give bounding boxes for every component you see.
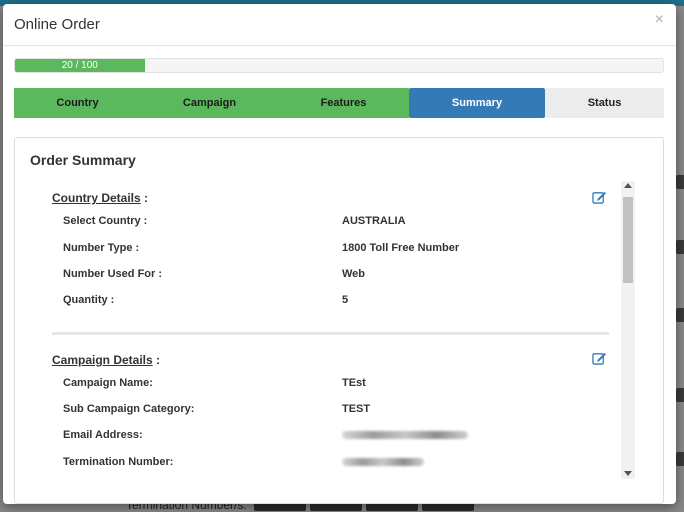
campaign-details-heading: Campaign Details : [52,353,160,367]
quantity-value: 5 [342,294,349,306]
summary-scroll-area[interactable]: Country Details : Select Country : AUSTR… [35,180,638,480]
sub-campaign-category-label: Sub Campaign Category: [63,403,195,415]
scrollbar-thumb[interactable] [623,197,633,283]
sub-campaign-category-value: TEST [342,403,371,415]
scroll-up-arrow-icon[interactable] [624,183,632,188]
number-used-for-value: Web [342,268,366,280]
online-order-modal: Online Order × 20 / 100 Country Campaign… [3,4,676,504]
heading-colon: : [152,353,161,367]
redacted-value [342,458,424,466]
campaign-details-heading-text: Campaign Details [52,353,153,367]
campaign-name-value: TEst [342,377,366,389]
email-address-value-redacted [342,429,468,442]
heading-colon: : [140,191,149,205]
close-icon[interactable]: × [655,12,664,28]
order-summary-panel: Order Summary Country Details : Select C… [14,137,664,504]
quantity-label: Quantity : [63,294,115,306]
wizard-steps: Country Campaign Features Summary Status [14,88,664,118]
termination-number-value-redacted [342,456,424,469]
redacted-value [342,431,468,439]
number-type-label: Number Type : [63,242,140,254]
modal-header: Online Order × [3,4,676,46]
country-details-heading-text: Country Details [52,191,141,205]
scroll-down-arrow-icon[interactable] [624,471,632,476]
number-type-value: 1800 Toll Free Number [342,242,460,254]
select-country-label: Select Country : [63,215,148,227]
order-progress-bar: 20 / 100 [14,58,664,73]
edit-icon[interactable] [592,351,607,365]
tab-country[interactable]: Country [14,88,141,118]
order-summary-title: Order Summary [30,152,136,168]
select-country-value: AUSTRALIA [342,215,406,227]
tab-summary[interactable]: Summary [409,88,545,118]
tab-campaign[interactable]: Campaign [141,88,278,118]
number-used-for-label: Number Used For : [63,268,163,280]
background-edge-button [676,175,684,189]
edit-icon[interactable] [592,190,607,204]
background-edge-button [676,240,684,254]
termination-number-label: Termination Number: [63,456,174,468]
tab-features[interactable]: Features [278,88,409,118]
section-divider [52,332,609,335]
background-edge-button [676,452,684,466]
background-edge-button [676,388,684,402]
progress-fill: 20 / 100 [15,59,145,72]
campaign-name-label: Campaign Name: [63,377,153,389]
email-address-label: Email Address: [63,429,143,441]
tab-status[interactable]: Status [545,88,664,118]
country-details-heading: Country Details : [52,191,148,205]
summary-scrollbar[interactable] [621,181,635,479]
modal-title: Online Order [14,16,100,33]
background-edge-button [676,308,684,322]
